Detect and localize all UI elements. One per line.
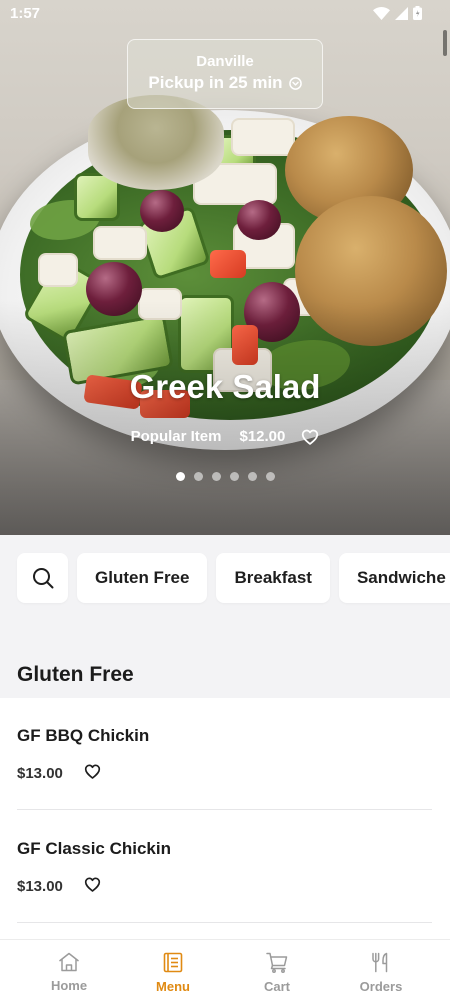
carousel-indicator xyxy=(0,472,450,481)
nav-cart[interactable]: Cart xyxy=(225,940,329,1000)
cart-icon xyxy=(266,952,288,973)
menu-item[interactable]: GF Classic Chickin $13.00 xyxy=(17,811,432,923)
menu-item-price: $13.00 xyxy=(17,765,63,782)
location-selector[interactable]: Danville Pickup in 25 min xyxy=(127,39,323,109)
menu-list: GF BBQ Chickin $13.00 GF Classic Chickin… xyxy=(0,698,450,943)
salad-grape xyxy=(140,190,184,232)
home-icon xyxy=(58,952,80,972)
nav-label-orders: Orders xyxy=(359,979,403,994)
menu-item-name: GF Classic Chickin xyxy=(17,839,171,858)
carousel-dot[interactable] xyxy=(247,472,257,481)
nav-label-cart: Cart xyxy=(263,979,290,994)
chevron-down-circle-icon xyxy=(288,76,302,90)
battery-icon xyxy=(413,6,422,20)
carousel-dot[interactable] xyxy=(211,472,221,481)
utensils-icon xyxy=(371,952,391,973)
app-screen: Greek Salad Popular Item $12.00 1:57 Dan… xyxy=(0,0,450,1000)
search-icon xyxy=(32,567,54,589)
hero-gradient xyxy=(0,300,450,535)
hero-title: Greek Salad xyxy=(129,368,321,405)
carousel-dot[interactable] xyxy=(193,472,203,481)
signal-icon xyxy=(395,6,408,20)
favorite-heart-icon[interactable] xyxy=(84,877,101,892)
category-chips: Gluten Free Breakfast Sandwiche xyxy=(17,553,450,603)
bottom-nav: Home Menu Cart Orders xyxy=(0,939,450,1000)
carousel-dot[interactable] xyxy=(229,472,239,481)
status-bar: 1:57 xyxy=(0,0,450,28)
category-chip-breakfast[interactable]: Breakfast xyxy=(216,553,330,603)
status-time: 1:57 xyxy=(10,5,41,22)
hero-price: $12.00 xyxy=(239,428,286,445)
wifi-icon xyxy=(373,6,390,20)
pickup-time: Pickup in 25 min xyxy=(128,73,322,93)
nav-menu[interactable]: Menu xyxy=(121,940,225,1000)
pickup-label: Pickup in 25 min xyxy=(148,73,283,92)
favorite-heart-icon[interactable] xyxy=(301,429,319,445)
category-chip-gluten-free[interactable]: Gluten Free xyxy=(77,553,208,603)
salad-tomato xyxy=(210,250,246,278)
scrollbar[interactable] xyxy=(443,30,447,56)
status-icons xyxy=(373,6,422,20)
popular-tag: Popular Item xyxy=(130,428,222,445)
nav-home[interactable]: Home xyxy=(17,940,121,1000)
location-name: Danville xyxy=(196,53,254,70)
favorite-heart-icon[interactable] xyxy=(84,764,101,779)
dressing-cup xyxy=(88,95,224,190)
menu-item-price: $13.00 xyxy=(17,878,63,895)
hero-meta: Popular Item $12.00 xyxy=(0,428,450,445)
search-button[interactable] xyxy=(17,553,68,603)
nav-orders[interactable]: Orders xyxy=(329,940,433,1000)
salad-feta xyxy=(233,120,293,154)
salad-feta xyxy=(95,228,145,258)
menu-item[interactable]: GF BBQ Chickin $13.00 xyxy=(17,698,432,810)
category-chip-sandwiches[interactable]: Sandwiche xyxy=(338,553,450,603)
salad-grape xyxy=(237,200,281,240)
menu-item-name: GF BBQ Chickin xyxy=(17,726,150,745)
carousel-dot[interactable] xyxy=(175,472,185,481)
nav-label-menu: Menu xyxy=(156,979,190,994)
menu-book-icon xyxy=(163,952,183,973)
section-title: Gluten Free xyxy=(17,663,134,686)
salad-feta xyxy=(40,255,76,285)
carousel-dot[interactable] xyxy=(265,472,275,481)
nav-label-home: Home xyxy=(50,978,88,993)
